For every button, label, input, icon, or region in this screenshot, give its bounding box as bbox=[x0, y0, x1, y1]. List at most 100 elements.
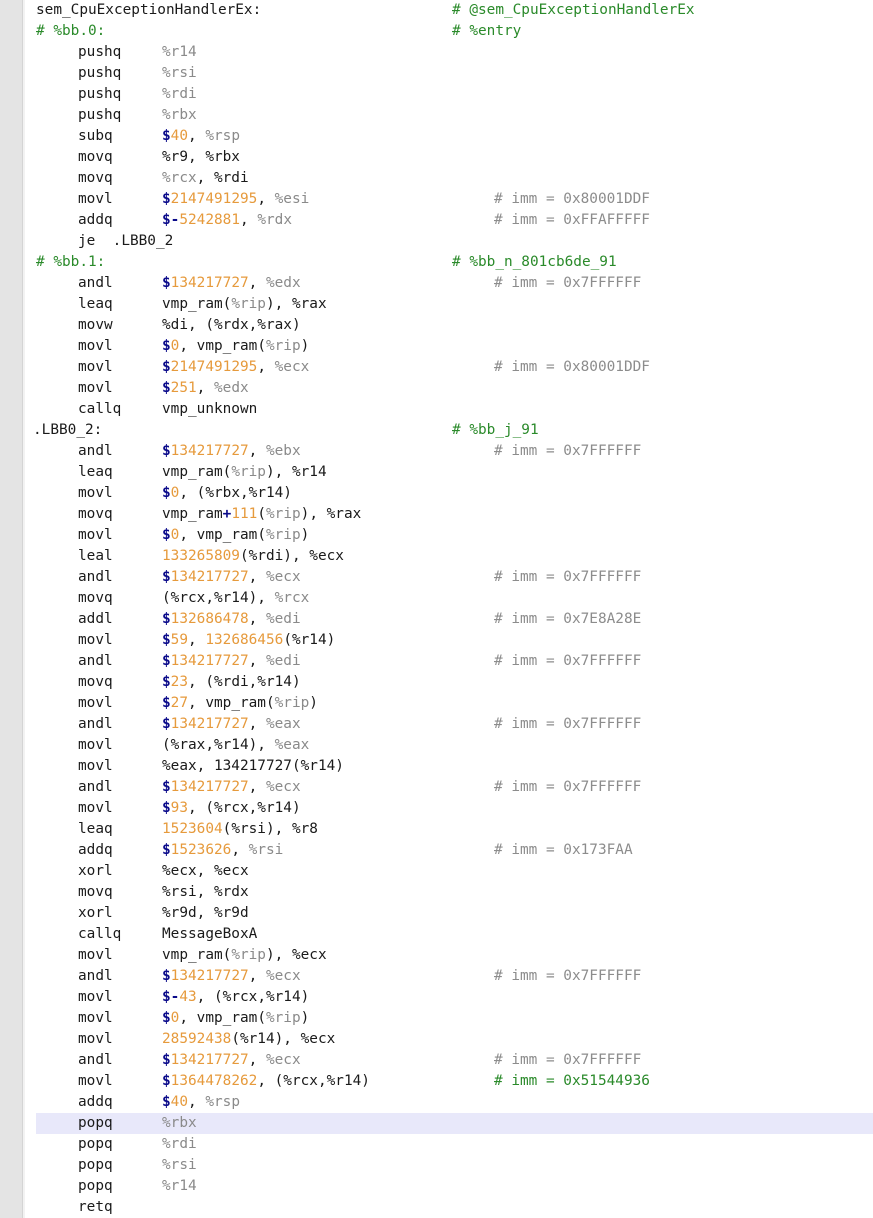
code-line[interactable]: andl $134217727, %ecx # imm = 0x7FFFFFF bbox=[36, 966, 873, 987]
code-line[interactable]: sem_CpuExceptionHandlerEx: # @sem_CpuExce… bbox=[36, 0, 873, 21]
code-line[interactable]: # %bb.1: # %bb_n_801cb6de_91 bbox=[36, 252, 873, 273]
mnemonic: movl bbox=[78, 380, 113, 396]
mnemonic: movw bbox=[78, 317, 113, 333]
register: %eax bbox=[274, 737, 310, 753]
code-line[interactable]: movq %rsi, %rdx bbox=[36, 882, 873, 903]
code-line[interactable]: leaq vmp_ram(%rip), %r14 bbox=[36, 462, 873, 483]
number-literal: 1523626 bbox=[170, 842, 232, 858]
code-line[interactable]: movl $251, %edx bbox=[36, 378, 873, 399]
immediate-prefix: $ bbox=[162, 653, 171, 669]
code-line[interactable]: movl $2147491295, %ecx # imm = 0x80001DDF bbox=[36, 357, 873, 378]
operand-text: , bbox=[248, 1052, 266, 1068]
code-line[interactable]: callq vmp_unknown bbox=[36, 399, 873, 420]
operand-text: , bbox=[248, 611, 266, 627]
code-line[interactable]: addq $40, %rsp bbox=[36, 1092, 873, 1113]
code-line[interactable]: movq vmp_ram+111(%rip), %rax bbox=[36, 504, 873, 525]
number-literal: 134217727 bbox=[170, 443, 249, 459]
code-line[interactable]: .LBB0_2: # %bb_j_91 bbox=[33, 420, 873, 441]
code-line[interactable]: movl $0, vmp_ram(%rip) bbox=[36, 525, 873, 546]
code-line[interactable]: movw %di, (%rdx,%rax) bbox=[36, 315, 873, 336]
code-line[interactable]: movl $93, (%rcx,%r14) bbox=[36, 798, 873, 819]
immediate-prefix: $ bbox=[162, 275, 171, 291]
mnemonic: movl bbox=[78, 1010, 113, 1026]
code-line[interactable]: movl %eax, 134217727(%r14) bbox=[36, 756, 873, 777]
imm-comment: # imm = 0x80001DDF bbox=[494, 191, 650, 207]
mnemonic: movq bbox=[78, 674, 113, 690]
register: %rbx bbox=[162, 1115, 197, 1131]
code-line[interactable]: andl $134217727, %edi # imm = 0x7FFFFFF bbox=[36, 651, 873, 672]
code-line[interactable]: andl $134217727, %edx # imm = 0x7FFFFFF bbox=[36, 273, 873, 294]
number-literal: 251 bbox=[170, 380, 197, 396]
register: %rip bbox=[231, 296, 266, 312]
code-line[interactable]: andl $134217727, %ecx # imm = 0x7FFFFFF bbox=[36, 1050, 873, 1071]
code-line[interactable]: movl $0, vmp_ram(%rip) bbox=[36, 336, 873, 357]
mnemonic: movl bbox=[78, 191, 113, 207]
code-line[interactable]: movq %r9, %rbx bbox=[36, 147, 873, 168]
code-line[interactable]: leaq vmp_ram(%rip), %rax bbox=[36, 294, 873, 315]
mnemonic: andl bbox=[78, 569, 113, 585]
code-line[interactable]: movl $27, vmp_ram(%rip) bbox=[36, 693, 873, 714]
code-line[interactable]: andl $134217727, %ecx # imm = 0x7FFFFFF bbox=[36, 567, 873, 588]
code-line[interactable]: popq %rdi bbox=[36, 1134, 873, 1155]
code-line[interactable]: movl (%rax,%r14), %eax bbox=[36, 735, 873, 756]
code-line[interactable]: popq %r14 bbox=[36, 1176, 873, 1197]
operand-text: vmp_ram( bbox=[162, 464, 232, 480]
operand-text: , bbox=[188, 632, 206, 648]
operand-text: ) bbox=[300, 338, 310, 354]
code-line[interactable]: addl $132686478, %edi # imm = 0x7E8A28E bbox=[36, 609, 873, 630]
code-line[interactable]: # %bb.0: # %entry bbox=[36, 21, 873, 42]
operand-text: %rsi, %rdx bbox=[162, 884, 249, 900]
mnemonic: pushq bbox=[78, 44, 122, 60]
code-line[interactable]: movq %rcx, %rdi bbox=[36, 168, 873, 189]
assembly-listing[interactable]: sem_CpuExceptionHandlerEx: # @sem_CpuExce… bbox=[0, 0, 873, 1218]
mnemonic: xorl bbox=[78, 863, 113, 879]
number-literal: 111 bbox=[231, 506, 258, 522]
code-line[interactable]: callq MessageBoxA bbox=[36, 924, 873, 945]
register: %rip bbox=[265, 527, 301, 543]
code-line[interactable]: movq $23, (%rdi,%r14) bbox=[36, 672, 873, 693]
code-line[interactable]: movl $0, vmp_ram(%rip) bbox=[36, 1008, 873, 1029]
code-line[interactable]: movl $-43, (%rcx,%r14) bbox=[36, 987, 873, 1008]
operand-text: , bbox=[248, 653, 266, 669]
code-line[interactable]: pushq %r14 bbox=[36, 42, 873, 63]
code-line[interactable]: movl 28592438(%r14), %ecx bbox=[36, 1029, 873, 1050]
code-line[interactable]: je .LBB0_2 bbox=[36, 231, 873, 252]
code-line[interactable]: movl $59, 132686456(%r14) bbox=[36, 630, 873, 651]
code-line[interactable]: xorl %ecx, %ecx bbox=[36, 861, 873, 882]
code-line[interactable]: andl $134217727, %ebx # imm = 0x7FFFFFF bbox=[36, 441, 873, 462]
code-line[interactable]: leal 133265809(%rdi), %ecx bbox=[36, 546, 873, 567]
code-line[interactable]: andl $134217727, %eax # imm = 0x7FFFFFF bbox=[36, 714, 873, 735]
code-line[interactable]: pushq %rsi bbox=[36, 63, 873, 84]
code-line[interactable]: retq bbox=[36, 1197, 873, 1218]
mnemonic: xorl bbox=[78, 905, 113, 921]
operand-text: %r9d, %r9d bbox=[162, 905, 249, 921]
code-line[interactable]: movq (%rcx,%r14), %rcx bbox=[36, 588, 873, 609]
code-line[interactable]: leaq 1523604(%rsi), %r8 bbox=[36, 819, 873, 840]
immediate-prefix: $ bbox=[162, 527, 171, 543]
code-line[interactable]: xorl %r9d, %r9d bbox=[36, 903, 873, 924]
operand-text: , (%rdi,%r14) bbox=[188, 674, 301, 690]
code-line[interactable]: popq %rsi bbox=[36, 1155, 873, 1176]
code-line[interactable]: movl $1364478262, (%rcx,%r14) # imm = 0x51… bbox=[36, 1071, 873, 1092]
operand-text: (%r14) bbox=[283, 632, 336, 648]
code-line[interactable]: popq %rbx bbox=[36, 1113, 873, 1134]
register: %rsp bbox=[205, 1094, 240, 1110]
register: %edx bbox=[265, 275, 301, 291]
operand-text: , vmp_ram( bbox=[179, 1010, 266, 1026]
code-line[interactable]: addq $-5242881, %rdx # imm = 0xFFAFFFFF bbox=[36, 210, 873, 231]
register: %rsi bbox=[162, 65, 197, 81]
mnemonic: movl bbox=[78, 800, 113, 816]
code-line[interactable]: movl $2147491295, %esi # imm = 0x80001DDF bbox=[36, 189, 873, 210]
number-literal: 132686456 bbox=[205, 632, 284, 648]
code-line[interactable]: movl vmp_ram(%rip), %ecx bbox=[36, 945, 873, 966]
code-line[interactable]: subq $40, %rsp bbox=[36, 126, 873, 147]
number-literal: 134217727 bbox=[170, 968, 249, 984]
mnemonic: movq bbox=[78, 590, 113, 606]
code-line[interactable]: pushq %rbx bbox=[36, 105, 873, 126]
mnemonic: popq bbox=[78, 1115, 113, 1131]
code-line[interactable]: movl $0, (%rbx,%r14) bbox=[36, 483, 873, 504]
code-line[interactable]: pushq %rdi bbox=[36, 84, 873, 105]
code-line[interactable]: andl $134217727, %ecx # imm = 0x7FFFFFF bbox=[36, 777, 873, 798]
code-line[interactable]: addq $1523626, %rsi # imm = 0x173FAA bbox=[36, 840, 873, 861]
code-editor[interactable]: sem_CpuExceptionHandlerEx: # @sem_CpuExce… bbox=[0, 0, 873, 1218]
